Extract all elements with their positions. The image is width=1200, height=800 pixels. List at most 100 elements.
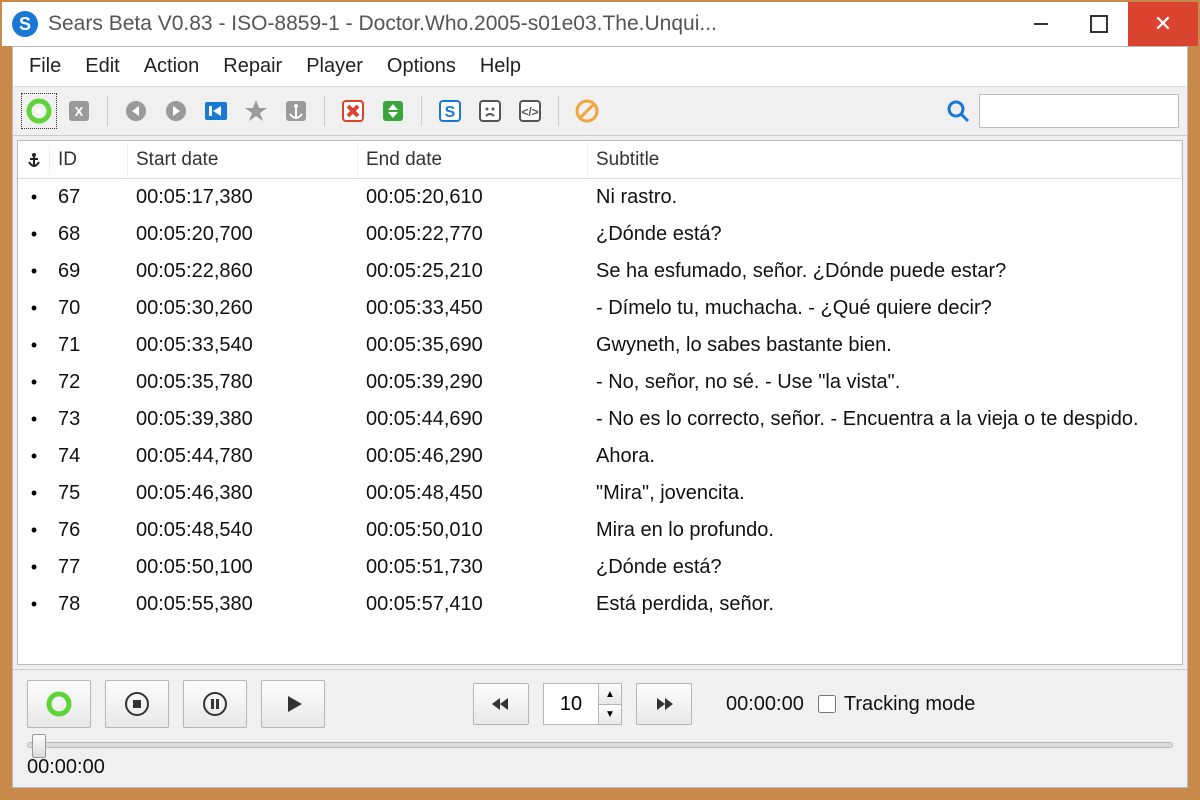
table-row[interactable]: 7500:05:46,38000:05:48,450"Mira", jovenc… [18,475,1182,512]
merge-icon[interactable] [375,93,411,129]
menu-action[interactable]: Action [134,51,210,82]
seek-thumb[interactable] [32,734,46,758]
row-bullet [18,515,50,546]
tracking-mode-input[interactable] [818,695,836,713]
row-start: 00:05:30,260 [128,293,358,324]
player-time-display: 00:00:00 [726,693,804,716]
player-play-button[interactable] [261,680,325,728]
row-start: 00:05:44,780 [128,441,358,472]
row-bullet [18,552,50,583]
next-dot-icon[interactable] [158,93,194,129]
star-icon[interactable] [238,93,274,129]
table-row[interactable]: 7000:05:30,26000:05:33,450- Dímelo tu, m… [18,290,1182,327]
player-forward-button[interactable] [636,683,692,725]
row-start: 00:05:35,780 [128,367,358,398]
row-start: 00:05:33,540 [128,330,358,361]
row-id: 75 [50,478,128,509]
sad-face-icon[interactable] [472,93,508,129]
row-start: 00:05:46,380 [128,478,358,509]
col-anchor[interactable] [18,146,50,174]
search-input[interactable] [979,94,1179,128]
row-id: 67 [50,182,128,213]
menu-options[interactable]: Options [377,51,466,82]
row-subtitle: ¿Dónde está? [588,219,1182,250]
row-subtitle: - No, señor, no sé. - Use "la vista". [588,367,1182,398]
row-bullet [18,293,50,324]
row-bullet [18,182,50,213]
table-row[interactable]: 6700:05:17,38000:05:20,610Ni rastro. [18,179,1182,216]
table-body[interactable]: 6700:05:17,38000:05:20,610Ni rastro.6800… [18,179,1182,664]
menu-edit[interactable]: Edit [75,51,129,82]
player-rewind-button[interactable] [473,683,529,725]
table-row[interactable]: 7700:05:50,10000:05:51,730¿Dónde está? [18,549,1182,586]
code-tag-icon[interactable]: </> [512,93,548,129]
export-icon[interactable] [198,93,234,129]
table-row[interactable]: 7800:05:55,38000:05:57,410Está perdida, … [18,586,1182,623]
row-bullet [18,589,50,620]
menu-help[interactable]: Help [470,51,531,82]
row-end: 00:05:20,610 [358,182,588,213]
player-record-button[interactable] [27,680,91,728]
table-row[interactable]: 7100:05:33,54000:05:35,690Gwyneth, lo sa… [18,327,1182,364]
s-logo-icon[interactable]: S [432,93,468,129]
prev-dot-icon[interactable] [118,93,154,129]
menubar: File Edit Action Repair Player Options H… [13,47,1187,87]
menu-player[interactable]: Player [296,51,373,82]
row-end: 00:05:44,690 [358,404,588,435]
window-controls: ✕ [1012,2,1198,46]
table-row[interactable]: 7200:05:35,78000:05:39,290- No, señor, n… [18,364,1182,401]
close-button[interactable]: ✕ [1128,2,1198,46]
row-subtitle: - No es lo correcto, señor. - Encuentra … [588,404,1182,435]
fx-icon[interactable]: X [61,93,97,129]
row-bullet [18,441,50,472]
row-subtitle: Gwyneth, lo sabes bastante bien. [588,330,1182,361]
col-id[interactable]: ID [50,143,128,177]
seek-slider[interactable] [27,742,1173,748]
row-subtitle: "Mira", jovencita. [588,478,1182,509]
col-end[interactable]: End date [358,143,588,177]
svg-text:X: X [75,104,84,119]
row-start: 00:05:55,380 [128,589,358,620]
client-area: File Edit Action Repair Player Options H… [12,46,1188,788]
subtitle-table: ID Start date End date Subtitle 6700:05:… [17,140,1183,665]
window-title: Sears Beta V0.83 - ISO-8859-1 - Doctor.W… [48,12,717,36]
titlebar: S Sears Beta V0.83 - ISO-8859-1 - Doctor… [2,2,1198,46]
window: S Sears Beta V0.83 - ISO-8859-1 - Doctor… [2,2,1198,798]
row-start: 00:05:48,540 [128,515,358,546]
step-down[interactable]: ▼ [599,704,621,724]
player-stop-button[interactable] [105,680,169,728]
step-up[interactable]: ▲ [599,684,621,704]
row-bullet [18,330,50,361]
maximize-button[interactable] [1070,2,1128,46]
row-start: 00:05:39,380 [128,404,358,435]
delete-x-icon[interactable] [335,93,371,129]
tracking-mode-checkbox[interactable]: Tracking mode [818,693,976,716]
table-row[interactable]: 6800:05:20,70000:05:22,770¿Dónde está? [18,216,1182,253]
table-row[interactable]: 7300:05:39,38000:05:44,690- No es lo cor… [18,401,1182,438]
row-id: 72 [50,367,128,398]
player-pause-button[interactable] [183,680,247,728]
step-spinner[interactable]: 10 ▲ ▼ [543,683,622,725]
col-subtitle[interactable]: Subtitle [588,143,1182,177]
row-bullet [18,367,50,398]
menu-repair[interactable]: Repair [213,51,292,82]
row-subtitle: Ni rastro. [588,182,1182,213]
clear-circle-icon[interactable] [569,93,605,129]
anchor-box-icon[interactable] [278,93,314,129]
step-value: 10 [544,693,598,716]
table-row[interactable]: 7600:05:48,54000:05:50,010Mira en lo pro… [18,512,1182,549]
svg-text:S: S [445,104,456,121]
table-row[interactable]: 6900:05:22,86000:05:25,210Se ha esfumado… [18,253,1182,290]
menu-file[interactable]: File [19,51,71,82]
row-subtitle: - Dímelo tu, muchacha. - ¿Qué quiere dec… [588,293,1182,324]
search-icon[interactable] [945,98,971,124]
minimize-button[interactable] [1012,2,1070,46]
col-start[interactable]: Start date [128,143,358,177]
row-subtitle: Se ha esfumado, señor. ¿Dónde puede esta… [588,256,1182,287]
row-end: 00:05:22,770 [358,219,588,250]
table-row[interactable]: 7400:05:44,78000:05:46,290Ahora. [18,438,1182,475]
row-id: 68 [50,219,128,250]
record-icon[interactable] [21,93,57,129]
row-start: 00:05:22,860 [128,256,358,287]
row-bullet [18,219,50,250]
